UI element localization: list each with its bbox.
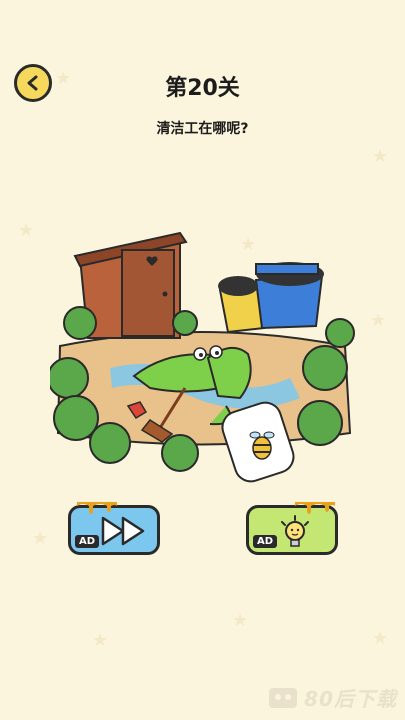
watermark-text: 80后下载 bbox=[304, 687, 397, 711]
puzzle-scene[interactable] bbox=[50, 228, 355, 493]
star-decoration: ★ bbox=[232, 610, 249, 631]
star-decoration: ★ bbox=[32, 528, 49, 549]
star-decoration: ★ bbox=[372, 628, 389, 649]
level-title: 第20关 bbox=[165, 76, 240, 101]
honey-drip-decoration bbox=[77, 502, 117, 514]
star-decoration: ★ bbox=[372, 146, 389, 167]
skip-level-ad-button[interactable]: AD bbox=[68, 502, 160, 555]
fast-forward-icon bbox=[101, 516, 145, 546]
star-decoration: ★ bbox=[92, 630, 109, 651]
question-text: 清洁工在哪呢? bbox=[156, 121, 249, 137]
lightbulb-icon bbox=[281, 515, 309, 547]
garbage-bins[interactable] bbox=[218, 262, 324, 334]
ad-badge: AD bbox=[75, 535, 100, 548]
star-decoration: ★ bbox=[18, 220, 35, 241]
watermark: 80后下载 bbox=[268, 683, 397, 712]
ad-badge: AD bbox=[253, 535, 278, 548]
hint-ad-button[interactable]: AD bbox=[246, 502, 338, 555]
star-decoration: ★ bbox=[370, 310, 387, 331]
cassette-icon bbox=[269, 687, 298, 708]
